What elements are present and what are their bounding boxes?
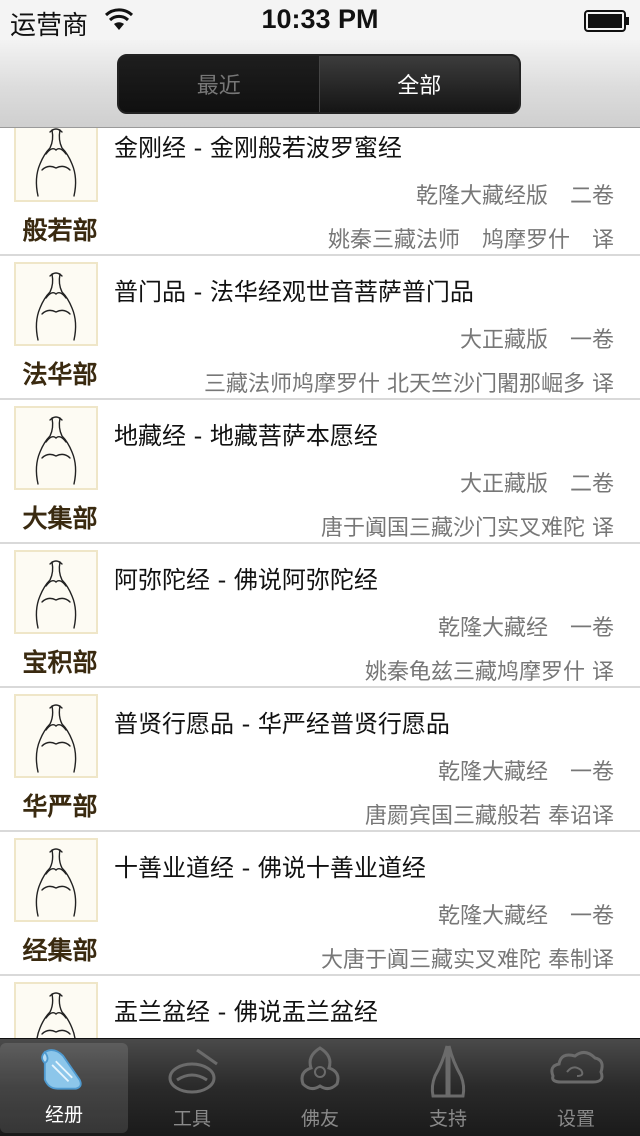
sutra-version: 乾隆大藏经 一卷 xyxy=(437,904,614,929)
sutra-thumbnail xyxy=(14,838,98,922)
list-item[interactable]: 经集部 十善业道经 - 佛说十善业道经 乾隆大藏经 一卷 大唐于阗三藏实叉难陀 … xyxy=(0,832,640,976)
praying-hands-icon xyxy=(430,1045,466,1098)
sutra-title: 普门品 - 法华经观世音菩萨普门品 xyxy=(114,278,474,306)
sutra-thumbnail xyxy=(14,550,98,634)
sutra-title: 普贤行愿品 - 华严经普贤行愿品 xyxy=(114,710,450,738)
sutra-thumbnail xyxy=(14,128,98,202)
list-item[interactable]: 宝积部 阿弥陀经 - 佛说阿弥陀经 乾隆大藏经 一卷 姚秦龟兹三藏鸠摩罗什 译 xyxy=(0,544,640,688)
segment-all[interactable]: 全部 xyxy=(319,56,519,112)
mudra-hands-icon xyxy=(36,992,76,1038)
sutra-version: 大正藏版 二卷 xyxy=(459,472,614,497)
category-label: 宝积部 xyxy=(22,648,98,677)
tab-label-support: 支持 xyxy=(428,1108,467,1130)
ornament-icon xyxy=(300,1046,340,1091)
sutra-translator: 唐于阗国三藏沙门实叉难陀 译 xyxy=(321,516,614,541)
battery-icon xyxy=(584,10,629,32)
sutra-title: 阿弥陀经 - 佛说阿弥陀经 xyxy=(114,566,378,594)
sutra-translator: 三藏法师鸠摩罗什 北天竺沙门闍那崛多 译 xyxy=(204,372,614,397)
tab-label-settings: 设置 xyxy=(556,1108,595,1130)
mudra-hands-icon xyxy=(35,128,77,197)
bell-tool-icon xyxy=(168,1048,218,1094)
sutra-title: 金刚经 - 金刚般若波罗蜜经 xyxy=(114,134,402,162)
sutra-version: 乾隆大藏经 一卷 xyxy=(437,760,614,785)
tab-label-tools: 工具 xyxy=(172,1108,211,1130)
tab-settings[interactable]: 设置 xyxy=(512,1039,640,1136)
category-label: 经集部 xyxy=(22,936,98,965)
sutra-title: 盂兰盆经 - 佛说盂兰盆经 xyxy=(114,998,378,1026)
sutra-version: 乾隆大藏经版 二卷 xyxy=(415,184,614,209)
sutra-thumbnail xyxy=(14,262,98,346)
sutra-translator: 唐罽宾国三藏般若 奉诏译 xyxy=(365,804,614,829)
tab-label-sutras: 经册 xyxy=(44,1104,83,1126)
status-bar: 运营商 10:33 PM xyxy=(0,0,640,41)
category-label: 法华部 xyxy=(22,360,98,389)
tab-label-friends: 佛友 xyxy=(300,1108,339,1130)
category-label: 华严部 xyxy=(22,792,98,821)
scroll-icon xyxy=(41,1049,82,1090)
navigation-bar: 最近 全部 xyxy=(0,40,640,128)
category-label: 般若部 xyxy=(22,216,98,245)
mudra-hands-icon xyxy=(35,560,77,629)
sutra-translator: 大唐于阗三藏实叉难陀 奉制译 xyxy=(321,948,614,973)
clock: 10:33 PM xyxy=(261,4,379,34)
list-item[interactable]: 法华部 普门品 - 法华经观世音菩萨普门品 大正藏版 一卷 三藏法师鸠摩罗什 北… xyxy=(0,256,640,400)
sutra-thumbnail xyxy=(14,406,98,490)
tab-support[interactable]: 支持 xyxy=(384,1039,512,1136)
mudra-hands-icon xyxy=(35,272,77,341)
sutra-thumbnail xyxy=(14,982,98,1038)
list-item[interactable]: 盂兰盆经 - 佛说盂兰盆经 xyxy=(0,976,640,1038)
segmented-control: 最近 全部 xyxy=(117,54,521,114)
sutra-version: 大正藏版 一卷 xyxy=(459,328,614,353)
sutra-version: 乾隆大藏经 一卷 xyxy=(437,616,614,641)
tab-tools[interactable]: 工具 xyxy=(128,1039,256,1136)
tab-sutras[interactable]: 经册 xyxy=(0,1043,128,1133)
list-item[interactable]: 般若部 金刚经 - 金刚般若波罗蜜经 乾隆大藏经版 二卷 姚秦三藏法师 鸠摩罗什… xyxy=(0,128,640,256)
cloud-settings-icon xyxy=(550,1051,604,1084)
sutra-translator: 姚秦龟兹三藏鸠摩罗什 译 xyxy=(365,660,614,685)
segment-recent[interactable]: 最近 xyxy=(119,56,320,112)
list-item[interactable]: 华严部 普贤行愿品 - 华严经普贤行愿品 乾隆大藏经 一卷 唐罽宾国三藏般若 奉… xyxy=(0,688,640,832)
mudra-hands-icon xyxy=(35,848,77,917)
sutra-thumbnail xyxy=(14,694,98,778)
mudra-hands-icon xyxy=(35,704,77,773)
sutra-list[interactable]: 般若部 金刚经 - 金刚般若波罗蜜经 乾隆大藏经版 二卷 姚秦三藏法师 鸠摩罗什… xyxy=(0,128,640,1038)
sutra-title: 十善业道经 - 佛说十善业道经 xyxy=(114,854,426,882)
sutra-translator: 姚秦三藏法师 鸠摩罗什 译 xyxy=(327,228,614,253)
sutra-title: 地藏经 - 地藏菩萨本愿经 xyxy=(114,422,378,450)
mudra-hands-icon xyxy=(35,416,77,485)
list-item[interactable]: 大集部 地藏经 - 地藏菩萨本愿经 大正藏版 二卷 唐于阗国三藏沙门实叉难陀 译 xyxy=(0,400,640,544)
tab-friends[interactable]: 佛友 xyxy=(256,1039,384,1136)
category-label: 大集部 xyxy=(22,504,98,533)
tab-bar: 经册 工具 佛友 支持 设置 xyxy=(0,1038,640,1136)
